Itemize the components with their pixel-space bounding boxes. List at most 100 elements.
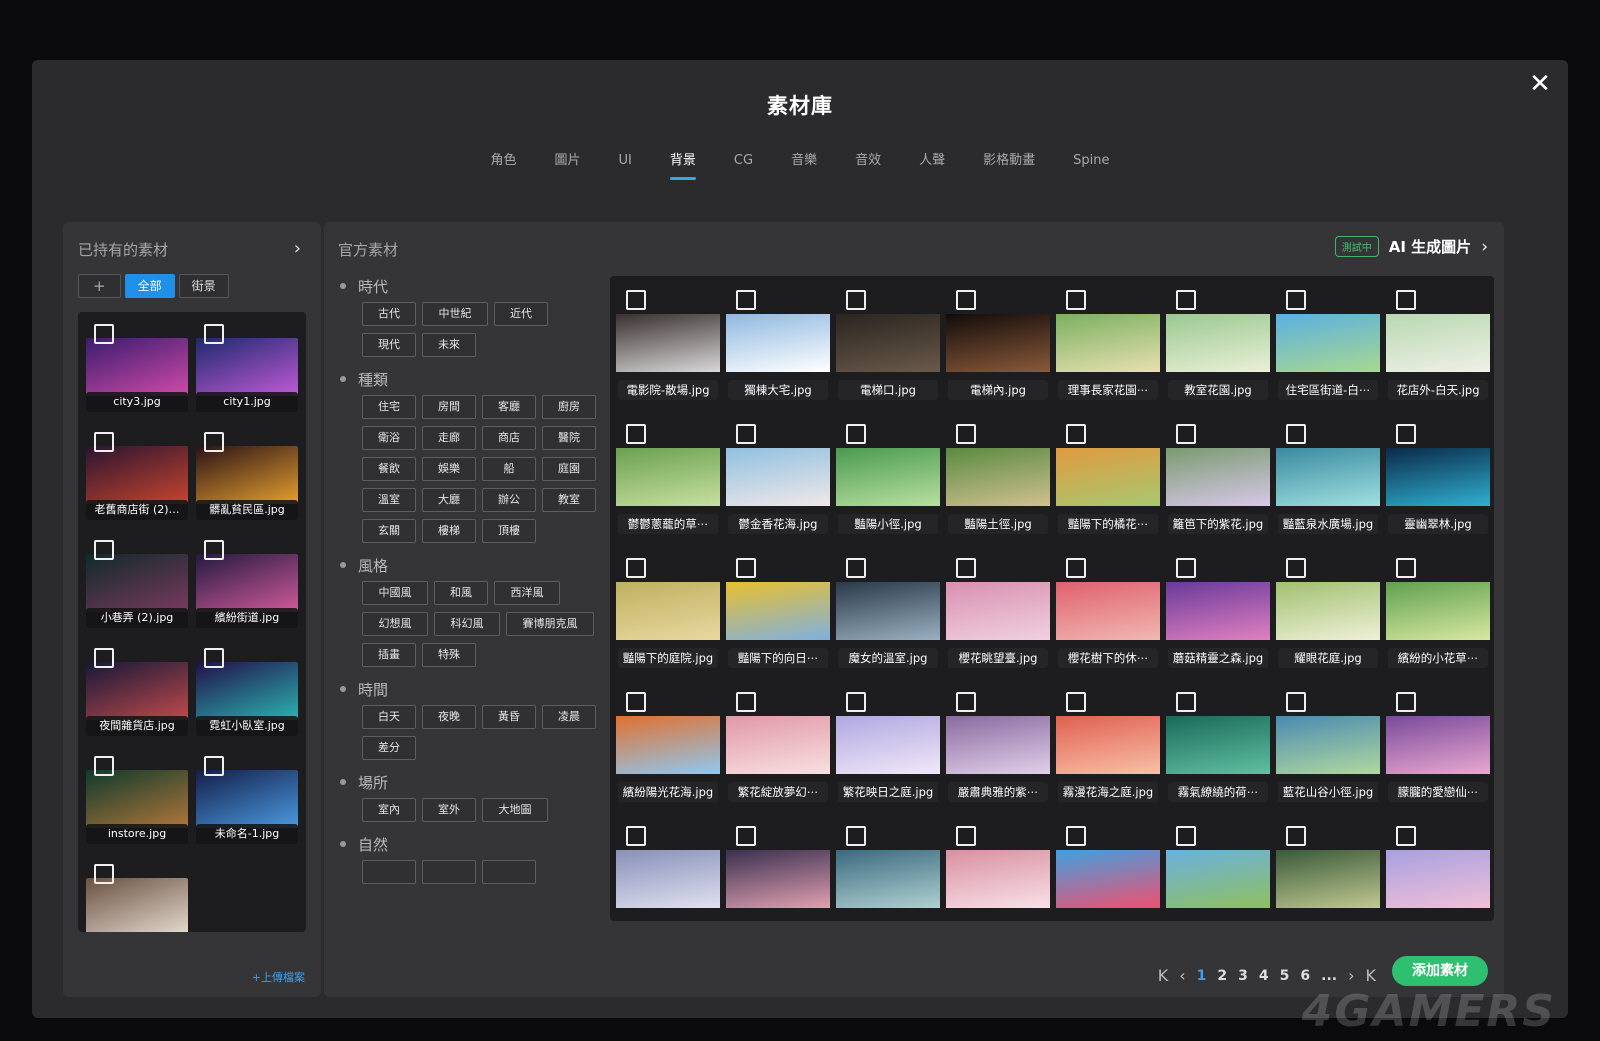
- filter-all-button[interactable]: 全部: [124, 274, 175, 298]
- official-asset-card[interactable]: [726, 820, 830, 921]
- page-number[interactable]: 4: [1259, 968, 1269, 984]
- official-asset-card[interactable]: 豔陽土徑.jpg: [946, 418, 1050, 534]
- filter-chip[interactable]: 衛浴: [362, 426, 416, 450]
- tab-item[interactable]: UI: [600, 152, 651, 180]
- select-checkbox[interactable]: [1176, 692, 1196, 712]
- select-checkbox[interactable]: [846, 692, 866, 712]
- owned-asset-card[interactable]: 小巷弄 (2).jpg: [86, 538, 188, 628]
- select-checkbox[interactable]: [1396, 290, 1416, 310]
- tab-item[interactable]: 角色: [472, 152, 536, 180]
- select-checkbox[interactable]: [956, 558, 976, 578]
- filter-chip[interactable]: 古代: [362, 302, 416, 326]
- filter-chip[interactable]: 辦公: [482, 488, 536, 512]
- select-checkbox[interactable]: [956, 424, 976, 444]
- official-asset-card[interactable]: 住宅區街道-白⋯: [1276, 284, 1380, 400]
- filter-chip[interactable]: 商店: [482, 426, 536, 450]
- official-asset-card[interactable]: 魔女的溫室.jpg: [836, 552, 940, 668]
- official-asset-card[interactable]: 豔陽下的向日⋯: [726, 552, 830, 668]
- owned-asset-card[interactable]: 老舊商店街 (2)…: [86, 430, 188, 520]
- filter-chip[interactable]: 未來: [422, 333, 476, 357]
- tab-item[interactable]: 影格動畫: [964, 152, 1054, 180]
- filter-chip[interactable]: [422, 860, 476, 884]
- select-checkbox[interactable]: [1066, 290, 1086, 310]
- official-asset-card[interactable]: 豔陽下的橘花⋯: [1056, 418, 1160, 534]
- filter-chip[interactable]: 娛樂: [422, 457, 476, 481]
- tab-item[interactable]: 音樂: [772, 152, 836, 180]
- filter-chip[interactable]: 室內: [362, 798, 416, 822]
- official-asset-card[interactable]: [1386, 820, 1490, 921]
- select-checkbox[interactable]: [1396, 692, 1416, 712]
- select-checkbox[interactable]: [736, 692, 756, 712]
- page-number[interactable]: 6: [1300, 968, 1310, 984]
- owned-asset-card[interactable]: 霓虹小臥室.jpg: [196, 646, 298, 736]
- filter-chip[interactable]: 大廳: [422, 488, 476, 512]
- filter-chip[interactable]: 西洋風: [494, 581, 560, 605]
- filter-chip[interactable]: 差分: [362, 736, 416, 760]
- filter-chip[interactable]: [482, 860, 536, 884]
- filter-chip[interactable]: 船: [482, 457, 536, 481]
- select-checkbox[interactable]: [94, 432, 114, 452]
- select-checkbox[interactable]: [1176, 290, 1196, 310]
- select-checkbox[interactable]: [626, 692, 646, 712]
- filter-chip[interactable]: 樓梯: [422, 519, 476, 543]
- official-asset-card[interactable]: [1056, 820, 1160, 921]
- select-checkbox[interactable]: [956, 826, 976, 846]
- official-asset-card[interactable]: 櫻花樹下的休⋯: [1056, 552, 1160, 668]
- select-checkbox[interactable]: [736, 290, 756, 310]
- filter-chip[interactable]: 走廊: [422, 426, 476, 450]
- select-checkbox[interactable]: [1176, 826, 1196, 846]
- filter-chip[interactable]: 餐飲: [362, 457, 416, 481]
- filter-chip[interactable]: 庭園: [542, 457, 596, 481]
- filter-chip[interactable]: [362, 860, 416, 884]
- select-checkbox[interactable]: [1066, 424, 1086, 444]
- official-asset-card[interactable]: 電梯口.jpg: [836, 284, 940, 400]
- filter-chip[interactable]: 近代: [494, 302, 548, 326]
- owned-asset-card[interactable]: instore.jpg: [86, 754, 188, 844]
- filter-chip[interactable]: 黃昏: [482, 705, 536, 729]
- select-checkbox[interactable]: [1286, 826, 1306, 846]
- filter-chip[interactable]: 溫室: [362, 488, 416, 512]
- page-number[interactable]: 3: [1238, 968, 1248, 984]
- select-checkbox[interactable]: [204, 540, 224, 560]
- select-checkbox[interactable]: [1176, 424, 1196, 444]
- filter-chip[interactable]: 廚房: [542, 395, 596, 419]
- official-asset-card[interactable]: 櫻花眺望臺.jpg: [946, 552, 1050, 668]
- owned-asset-card[interactable]: city3.jpg: [86, 322, 188, 412]
- official-asset-card[interactable]: 豔藍泉水廣場.jpg: [1276, 418, 1380, 534]
- filter-chip[interactable]: 白天: [362, 705, 416, 729]
- official-asset-card[interactable]: [1276, 820, 1380, 921]
- official-asset-card[interactable]: [946, 820, 1050, 921]
- official-asset-card[interactable]: [836, 820, 940, 921]
- official-asset-card[interactable]: 繁花綻放夢幻⋯: [726, 686, 830, 802]
- filter-chip[interactable]: 現代: [362, 333, 416, 357]
- page-number[interactable]: 5: [1280, 968, 1290, 984]
- select-checkbox[interactable]: [94, 648, 114, 668]
- filter-chip[interactable]: 客廳: [482, 395, 536, 419]
- select-checkbox[interactable]: [1066, 558, 1086, 578]
- owned-asset-card[interactable]: city1.jpg: [196, 322, 298, 412]
- official-asset-card[interactable]: 鬱鬱蔥蘢的草⋯: [616, 418, 720, 534]
- chevron-right-icon[interactable]: ›: [294, 238, 301, 259]
- official-asset-card[interactable]: [1166, 820, 1270, 921]
- filter-chip[interactable]: 科幻風: [434, 612, 500, 636]
- official-asset-card[interactable]: [616, 820, 720, 921]
- official-asset-card[interactable]: 花店外-白天.jpg: [1386, 284, 1490, 400]
- last-page-icon[interactable]: K: [1366, 966, 1377, 985]
- select-checkbox[interactable]: [204, 432, 224, 452]
- filter-chip[interactable]: 頂樓: [482, 519, 536, 543]
- official-asset-card[interactable]: 電梯內.jpg: [946, 284, 1050, 400]
- ai-generate-link[interactable]: 測試中 AI 生成圖片 ›: [1334, 236, 1488, 257]
- select-checkbox[interactable]: [736, 826, 756, 846]
- filter-chip[interactable]: 醫院: [542, 426, 596, 450]
- select-checkbox[interactable]: [1066, 692, 1086, 712]
- next-page-icon[interactable]: ›: [1348, 966, 1354, 985]
- select-checkbox[interactable]: [626, 558, 646, 578]
- select-checkbox[interactable]: [846, 558, 866, 578]
- add-asset-button[interactable]: 添加素材: [1392, 956, 1488, 986]
- select-checkbox[interactable]: [846, 826, 866, 846]
- select-checkbox[interactable]: [1286, 692, 1306, 712]
- filter-chip[interactable]: 特殊: [422, 643, 476, 667]
- owned-assets-list[interactable]: city3.jpg city1.jpg 老舊商店街 (2)… 髒亂貧民區.jpg 小巷弄…: [78, 312, 306, 932]
- select-checkbox[interactable]: [1286, 558, 1306, 578]
- filter-chip[interactable]: 大地圖: [482, 798, 548, 822]
